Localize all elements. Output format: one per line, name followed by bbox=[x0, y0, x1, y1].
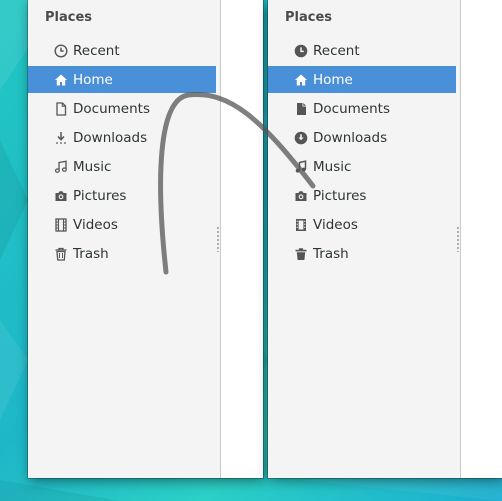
sidebar-resize-handle[interactable] bbox=[217, 226, 219, 252]
sidebar-item-label: Pictures bbox=[313, 187, 367, 204]
sidebar-item-label: Music bbox=[73, 158, 112, 175]
sidebar-item-label: Documents bbox=[313, 100, 390, 117]
file-view[interactable] bbox=[461, 0, 502, 478]
trash-icon bbox=[54, 247, 68, 261]
sidebar-item-label: Trash bbox=[313, 245, 349, 262]
files-window-before: Places Recent Home Documents Downloads M… bbox=[28, 0, 263, 478]
document-icon bbox=[54, 101, 68, 116]
sidebar-item-label: Pictures bbox=[73, 187, 127, 204]
sidebar-item-trash[interactable]: Trash bbox=[268, 240, 456, 267]
sidebar-item-label: Home bbox=[313, 71, 353, 88]
sidebar-item-label: Videos bbox=[313, 216, 358, 233]
download-icon bbox=[294, 131, 308, 145]
sidebar-item-recent[interactable]: Recent bbox=[268, 37, 456, 64]
sidebar-item-recent[interactable]: Recent bbox=[28, 37, 216, 64]
sidebar-item-home[interactable]: Home bbox=[28, 66, 216, 93]
sidebar-item-videos[interactable]: Videos bbox=[268, 211, 456, 238]
places-heading: Places bbox=[45, 10, 93, 25]
sidebar-item-documents[interactable]: Documents bbox=[28, 95, 216, 122]
sidebar-item-label: Music bbox=[313, 158, 352, 175]
film-icon bbox=[54, 217, 68, 232]
sidebar-item-label: Videos bbox=[73, 216, 118, 233]
home-icon bbox=[294, 73, 308, 87]
sidebar-item-pictures[interactable]: Pictures bbox=[28, 182, 216, 209]
sidebar-item-label: Downloads bbox=[73, 129, 148, 146]
film-icon bbox=[294, 218, 308, 232]
sidebar-resize-handle[interactable] bbox=[457, 226, 459, 252]
sidebar-item-label: Downloads bbox=[313, 129, 388, 146]
sidebar-item-label: Documents bbox=[73, 100, 150, 117]
sidebar-item-music[interactable]: Music bbox=[28, 153, 216, 180]
trash-icon bbox=[294, 247, 308, 261]
sidebar-item-home[interactable]: Home bbox=[268, 66, 456, 93]
download-icon bbox=[54, 131, 68, 145]
files-window-after: Places Recent Home Documents Downloads M… bbox=[268, 0, 502, 478]
sidebar-item-videos[interactable]: Videos bbox=[28, 211, 216, 238]
sidebar-item-label: Home bbox=[73, 71, 113, 88]
places-heading: Places bbox=[285, 10, 333, 25]
clock-icon bbox=[54, 43, 68, 58]
camera-icon bbox=[294, 189, 308, 203]
sidebar-item-music[interactable]: Music bbox=[268, 153, 456, 180]
sidebar-item-documents[interactable]: Documents bbox=[268, 95, 456, 122]
sidebar-item-label: Recent bbox=[73, 42, 120, 59]
file-view[interactable] bbox=[221, 0, 263, 478]
sidebar-item-trash[interactable]: Trash bbox=[28, 240, 216, 267]
sidebar-item-label: Trash bbox=[73, 245, 109, 262]
sidebar-item-downloads[interactable]: Downloads bbox=[268, 124, 456, 151]
places-sidebar: Places Recent Home Documents Downloads M… bbox=[28, 0, 221, 478]
document-icon bbox=[294, 102, 308, 116]
places-sidebar: Places Recent Home Documents Downloads M… bbox=[268, 0, 461, 478]
sidebar-item-label: Recent bbox=[313, 42, 360, 59]
music-note-icon bbox=[54, 160, 68, 174]
sidebar-item-downloads[interactable]: Downloads bbox=[28, 124, 216, 151]
clock-icon bbox=[294, 44, 308, 58]
home-icon bbox=[54, 73, 68, 87]
music-note-icon bbox=[294, 159, 308, 174]
camera-icon bbox=[54, 189, 68, 203]
sidebar-item-pictures[interactable]: Pictures bbox=[268, 182, 456, 209]
